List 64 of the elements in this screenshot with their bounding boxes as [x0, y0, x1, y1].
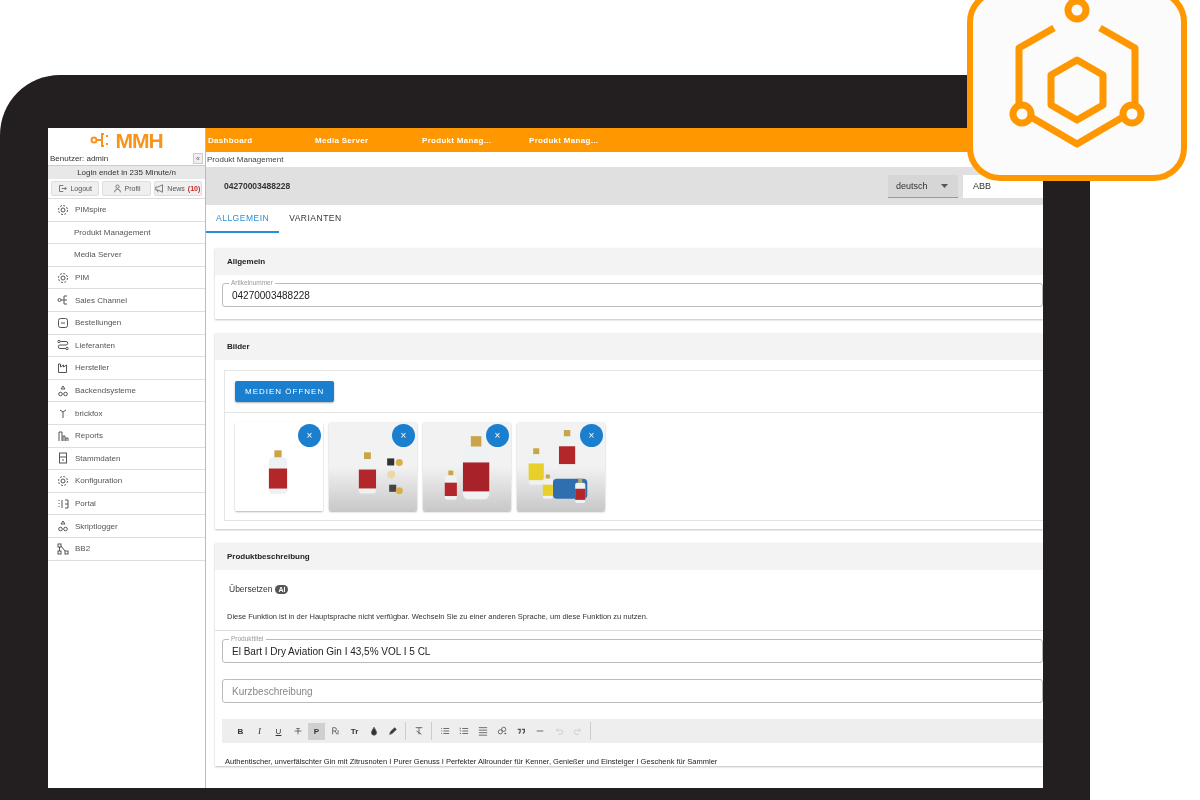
translate-label[interactable]: Übersetzen	[229, 584, 273, 594]
logout-icon	[58, 184, 68, 193]
shapes-icon	[57, 384, 69, 397]
sidebar-item[interactable]: PIM	[48, 266, 205, 290]
align-icon	[477, 726, 488, 736]
clear-format-icon	[413, 726, 424, 736]
toolbar-button[interactable]: Tr	[346, 722, 363, 740]
grid-icon	[57, 497, 69, 510]
antenna-icon	[57, 407, 69, 420]
factory-icon	[57, 361, 69, 374]
drop-icon	[368, 726, 379, 736]
network-icon	[57, 542, 69, 555]
toolbar-button[interactable]: P	[308, 722, 325, 740]
sidebar-item[interactable]: Hersteller	[48, 357, 205, 380]
breadcrumb[interactable]: Produkt Management	[206, 152, 284, 167]
caret-icon	[941, 183, 948, 188]
undo-icon	[553, 726, 564, 736]
session-bar: Login endet in 235 Minute/n	[48, 165, 205, 179]
chart-icon	[57, 429, 69, 442]
card-title: Bilder	[227, 342, 250, 351]
toolbar-button[interactable]: U	[270, 722, 287, 740]
tab[interactable]: VARIANTEN	[279, 205, 352, 233]
input-field[interactable]: Kurzbeschreibung	[222, 679, 1043, 703]
heading-icon	[330, 726, 341, 736]
sidebar-item[interactable]: Sales Channel	[48, 289, 205, 312]
route-icon	[57, 339, 69, 352]
card-title: Produktbeschreibung	[227, 552, 310, 561]
sidebar-item[interactable]: Reports	[48, 424, 205, 448]
megaphone-icon	[155, 184, 165, 193]
toolbar-button[interactable]: B	[232, 722, 249, 740]
sidebar-item[interactable]: PIMspire	[48, 199, 205, 222]
card-title: Allgemein	[227, 257, 266, 266]
sidebar-item[interactable]: Portal	[48, 492, 205, 516]
person-icon	[112, 184, 122, 193]
link-icon	[496, 726, 507, 736]
sidebar-item[interactable]: brickfox	[48, 402, 205, 425]
language-dropdown[interactable]: deutsch	[888, 174, 958, 198]
strikethrough-icon	[292, 726, 303, 736]
cabinet-icon	[57, 452, 69, 465]
quote-icon	[515, 726, 526, 736]
product-number: 04270003488228	[224, 181, 292, 191]
redo-icon	[572, 726, 583, 736]
sidebar-item[interactable]: Bestellungen	[48, 311, 205, 335]
sidebar-item[interactable]: Konfiguration	[48, 470, 205, 493]
numbered-list-icon	[458, 726, 469, 736]
shapes-icon	[57, 520, 69, 533]
sidebar-item[interactable]: Media Server	[48, 244, 205, 267]
gear-icon	[57, 474, 69, 487]
bullet-list-icon	[439, 726, 450, 736]
logo-text: MMH	[115, 129, 163, 151]
tab[interactable]: ALLGEMEIN	[206, 205, 280, 233]
sidebar-item[interactable]: Lieferanten	[48, 334, 205, 358]
gear-icon	[57, 271, 69, 284]
pen-icon	[387, 726, 398, 736]
sidebar-item[interactable]: Backendsysteme	[48, 379, 205, 403]
toolbar-button[interactable]: I	[251, 722, 268, 740]
open-media-button[interactable]: MEDIEN ÖFFNEN	[235, 381, 335, 402]
user-label: Benutzer: admin	[50, 154, 109, 163]
nodes-icon	[57, 294, 69, 307]
sidebar-item[interactable]: BB2	[48, 537, 205, 561]
sidebar-item[interactable]: Stammdaten	[48, 447, 205, 471]
gear-icon	[57, 203, 69, 216]
sidebar-item[interactable]: Skriptlogger	[48, 515, 205, 538]
sidebar-item[interactable]: Produkt Management	[48, 221, 205, 245]
